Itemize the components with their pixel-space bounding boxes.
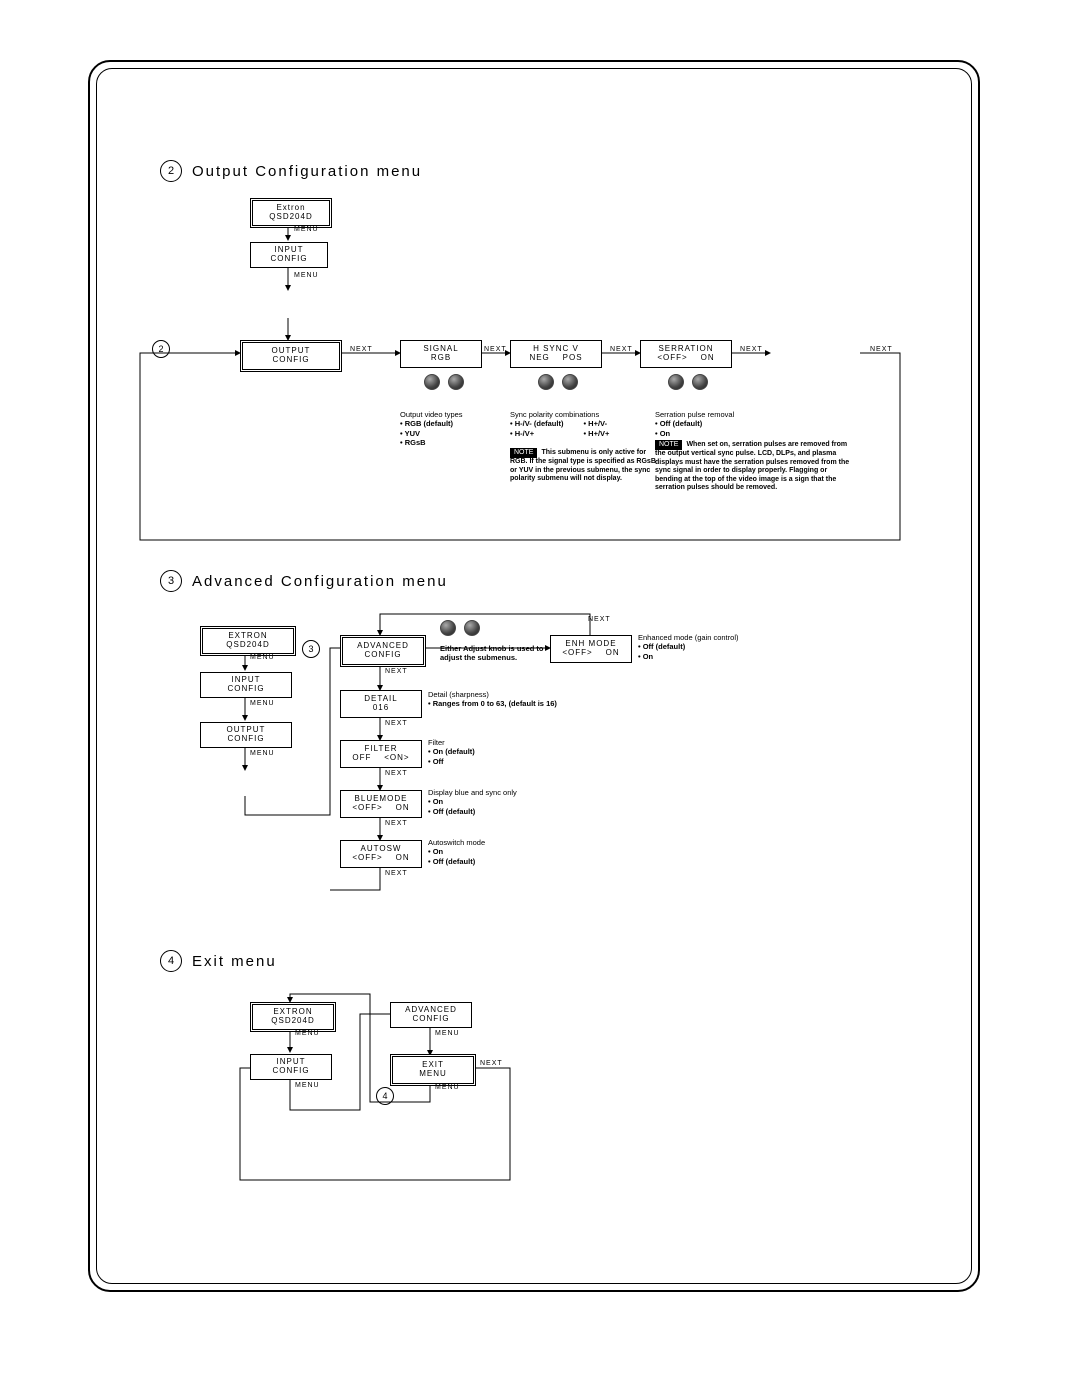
- filter-box: FILTER OFF <ON>: [340, 740, 422, 768]
- enh-desc: Enhanced mode (gain control) • Off (defa…: [638, 633, 738, 661]
- lcd-root-box: Extron QSD204D: [250, 198, 332, 228]
- adjust-knobs-icon: [440, 620, 480, 636]
- next-label: NEXT: [385, 770, 408, 777]
- marker-2: 2: [152, 340, 170, 358]
- knob-note: Either Adjust knob is used to adjust the…: [440, 644, 550, 663]
- next-label: NEXT: [740, 346, 763, 353]
- menu-label: MENU: [295, 1030, 320, 1037]
- hsync-box: H SYNC V NEG POS: [510, 340, 602, 368]
- serration-desc: Serration pulse removal • Off (default) …: [655, 410, 734, 438]
- section-4-badge: 4: [160, 950, 182, 972]
- next-label: NEXT: [480, 1060, 503, 1067]
- detail-box: DETAIL 016: [340, 690, 422, 718]
- serration-note: NOTEWhen set on, serration pulses are re…: [655, 440, 855, 492]
- section-3-badge: 3: [160, 570, 182, 592]
- exit-menu-box: EXIT MENU: [390, 1054, 476, 1086]
- next-label: NEXT: [385, 668, 408, 675]
- menu-label: MENU: [435, 1084, 460, 1091]
- next-label: NEXT: [385, 720, 408, 727]
- input-config-box: INPUT CONFIG: [250, 1054, 332, 1080]
- autosw-desc: Autoswitch mode • On • Off (default): [428, 838, 485, 866]
- sync-combos-desc: Sync polarity combinations • H-/V- (defa…: [510, 410, 660, 438]
- input-config-box: INPUT CONFIG: [250, 242, 328, 268]
- enh-mode-box: ENH MODE <OFF> ON: [550, 635, 632, 663]
- next-label: NEXT: [484, 346, 507, 353]
- bluemode-box: BLUEMODE <OFF> ON: [340, 790, 422, 818]
- diagram-exit: EXTRON QSD204D MENU INPUT CONFIG MENU AD…: [110, 980, 960, 1220]
- section-4-title: Exit menu: [192, 953, 277, 970]
- adjust-knobs-icon: [424, 374, 464, 390]
- adjust-knobs-icon: [668, 374, 708, 390]
- output-config-box: OUTPUT CONFIG: [200, 722, 292, 748]
- advanced-config-box: ADVANCED CONFIG: [390, 1002, 472, 1028]
- menu-label: MENU: [250, 654, 275, 661]
- menu-label: MENU: [294, 272, 319, 279]
- menu-label: MENU: [294, 226, 319, 233]
- filter-desc: Filter • On (default) • Off: [428, 738, 475, 766]
- adjust-knobs-icon: [538, 374, 578, 390]
- menu-label: MENU: [250, 700, 275, 707]
- section-2-badge: 2: [160, 160, 182, 182]
- menu-label: MENU: [250, 750, 275, 757]
- advanced-config-box: ADVANCED CONFIG: [340, 635, 426, 667]
- section-3-title: Advanced Configuration menu: [192, 573, 448, 590]
- lcd-root-box: EXTRON QSD204D: [200, 626, 296, 656]
- next-label: NEXT: [385, 820, 408, 827]
- page-content: 2 Output Configuration menu: [110, 80, 960, 1270]
- input-config-box: INPUT CONFIG: [200, 672, 292, 698]
- next-label: NEXT: [385, 870, 408, 877]
- marker-4: 4: [376, 1087, 394, 1105]
- next-label: NEXT: [870, 346, 893, 353]
- output-video-desc: Output video types • RGB (default) • YUV…: [400, 410, 463, 448]
- section-2-title: Output Configuration menu: [192, 163, 422, 180]
- lcd-root-box: EXTRON QSD204D: [250, 1002, 336, 1032]
- autosw-box: AUTOSW <OFF> ON: [340, 840, 422, 868]
- diagram-advanced-config: 3 EXTRON QSD204D MENU INPUT CONFIG MENU …: [110, 600, 960, 940]
- bluemode-desc: Display blue and sync only • On • Off (d…: [428, 788, 517, 816]
- signal-box: SIGNAL RGB: [400, 340, 482, 368]
- diagram-output-config: 2 Extron QSD204D MENU INPUT CONFIG MENU …: [110, 190, 960, 550]
- menu-label: MENU: [295, 1082, 320, 1089]
- serration-box: SERRATION <OFF> ON: [640, 340, 732, 368]
- next-label: NEXT: [588, 616, 611, 623]
- output-config-box: OUTPUT CONFIG: [240, 340, 342, 372]
- menu-label: MENU: [435, 1030, 460, 1037]
- next-label: NEXT: [610, 346, 633, 353]
- marker-3: 3: [302, 640, 320, 658]
- sync-note: NOTEThis submenu is only active for RGB.…: [510, 448, 660, 484]
- next-label: NEXT: [350, 346, 373, 353]
- detail-desc: Detail (sharpness) • Ranges from 0 to 63…: [428, 690, 557, 709]
